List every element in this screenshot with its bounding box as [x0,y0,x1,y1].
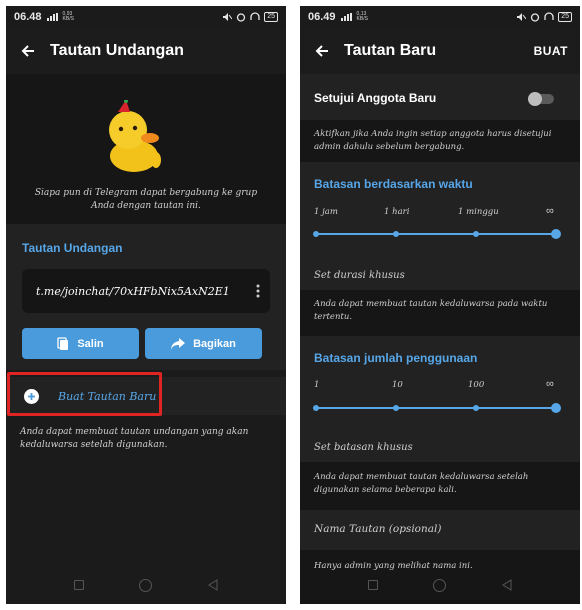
status-bar: 06.49 0,13 KB/S 25 [300,6,580,28]
usage-slider-knob[interactable] [551,403,561,413]
recents-icon[interactable] [367,580,378,590]
time-slider-stop-1h[interactable] [313,231,319,237]
usage-limit-description: Anda dapat membuat tautan kedaluwarsa se… [314,472,529,495]
back-nav-icon[interactable] [207,579,219,591]
usage-note-block: Anda dapat membuat tautan kedaluwarsa se… [300,462,580,510]
invite-link-text: t.me/joinchat/70xHFbNix5AxN2E1 [36,284,230,298]
create-button[interactable]: BUAT [534,44,580,58]
invite-link-section: Tautan Undangan t.me/joinchat/70xHFbNix5… [6,224,286,370]
usage-tick-infinite: ∞ [546,378,554,390]
usage-limit-section: Batasan jumlah penggunaan 1 10 100 ∞ Set… [300,336,580,462]
alarm-icon [237,13,246,22]
status-bar: 06.48 0,93 KB/S 25 [6,6,286,28]
time-limit-title: Batasan berdasarkan waktu [314,177,473,191]
time-slider-stop-1d[interactable] [392,231,399,237]
section-title: Tautan Undangan [22,241,123,255]
time-limit-slider[interactable] [313,228,561,240]
usage-slider-stop-1[interactable] [313,405,319,411]
share-icon [171,337,186,350]
time-limit-description: Anda dapat membuat tautan kedaluwarsa pa… [314,299,548,322]
time-tick-infinite: ∞ [546,205,554,217]
headphones-icon [250,12,260,20]
time-slider-stop-1w[interactable] [472,231,479,237]
recents-icon[interactable] [73,580,84,590]
usage-tick-100: 100 [468,380,485,390]
page-title: Tautan Undangan [50,42,184,59]
headphones-icon [544,12,554,20]
approve-members-label: Setujui Anggota Baru [314,91,437,105]
time-limit-section: Batasan berdasarkan waktu 1 jam 1 hari 1… [300,162,580,290]
system-nav-bar [6,566,286,604]
share-button[interactable]: Bagikan [145,328,262,359]
mute-icon [223,13,233,21]
approve-note-block: Aktifkan jika Anda ingin setiap anggota … [300,120,580,162]
approve-members-toggle[interactable] [528,92,554,106]
time-tick-1w: 1 minggu [458,207,499,217]
app-bar: Tautan Undangan [6,28,286,74]
usage-limit-slider[interactable] [313,402,561,414]
usage-limit-title: Batasan jumlah penggunaan [314,351,478,365]
set-custom-duration[interactable]: Set durasi khusus [314,270,405,281]
back-nav-icon[interactable] [501,579,513,591]
invite-link-box[interactable]: t.me/joinchat/70xHFbNix5AxN2E1 [22,269,270,313]
copy-label: Salin [77,337,104,350]
network-speed: 0,13 KB/S [356,11,368,22]
battery-icon: 25 [264,12,278,22]
approve-members-row[interactable]: Setujui Anggota Baru [300,74,580,120]
time-slider-knob[interactable] [551,229,561,239]
usage-tick-10: 10 [392,380,403,390]
status-time: 06.49 [308,11,336,23]
highlight-box [7,372,162,416]
hero-section: Siapa pun di Telegram dapat bergabung ke… [6,74,286,224]
network-speed: 0,93 KB/S [62,11,74,22]
back-arrow-icon[interactable] [300,28,344,74]
link-name-input[interactable]: Nama Tautan (opsional) [314,523,441,535]
time-tick-1h: 1 jam [314,207,338,217]
usage-tick-1: 1 [314,380,320,390]
time-note-block: Anda dapat membuat tautan kedaluwarsa pa… [300,290,580,336]
new-link-screen: 06.49 0,13 KB/S 25 Tautan Baru BUAT Setu… [300,6,580,604]
alarm-icon [531,13,540,22]
home-icon[interactable] [432,578,446,592]
signal-icon [340,13,352,21]
mute-icon [517,13,527,21]
battery-icon: 25 [558,12,572,22]
footer-note: Anda dapat membuat tautan undangan yang … [20,427,249,450]
more-vert-icon[interactable] [246,284,270,298]
hero-description: Siapa pun di Telegram dapat bergabung ke… [34,188,258,211]
app-bar: Tautan Baru BUAT [300,28,580,74]
signal-icon [46,13,58,21]
page-title: Tautan Baru [344,42,437,59]
usage-slider-stop-100[interactable] [472,405,479,411]
share-label: Bagikan [193,337,236,350]
approve-description: Aktifkan jika Anda ingin setiap anggota … [314,129,552,152]
invite-links-screen: 06.48 0,93 KB/S 25 Tautan Undangan Siapa… [6,6,286,604]
status-time: 06.48 [14,11,42,23]
copy-icon [57,336,69,350]
system-nav-bar [300,566,580,604]
set-custom-usage[interactable]: Set batasan khusus [314,442,413,453]
usage-slider-stop-10[interactable] [392,405,399,411]
copy-button[interactable]: Salin [22,328,139,359]
link-name-row[interactable]: Nama Tautan (opsional) [300,510,580,550]
time-tick-1d: 1 hari [384,207,410,217]
back-arrow-icon[interactable] [6,28,50,74]
duck-sticker-icon [109,100,161,172]
home-icon[interactable] [138,578,152,592]
